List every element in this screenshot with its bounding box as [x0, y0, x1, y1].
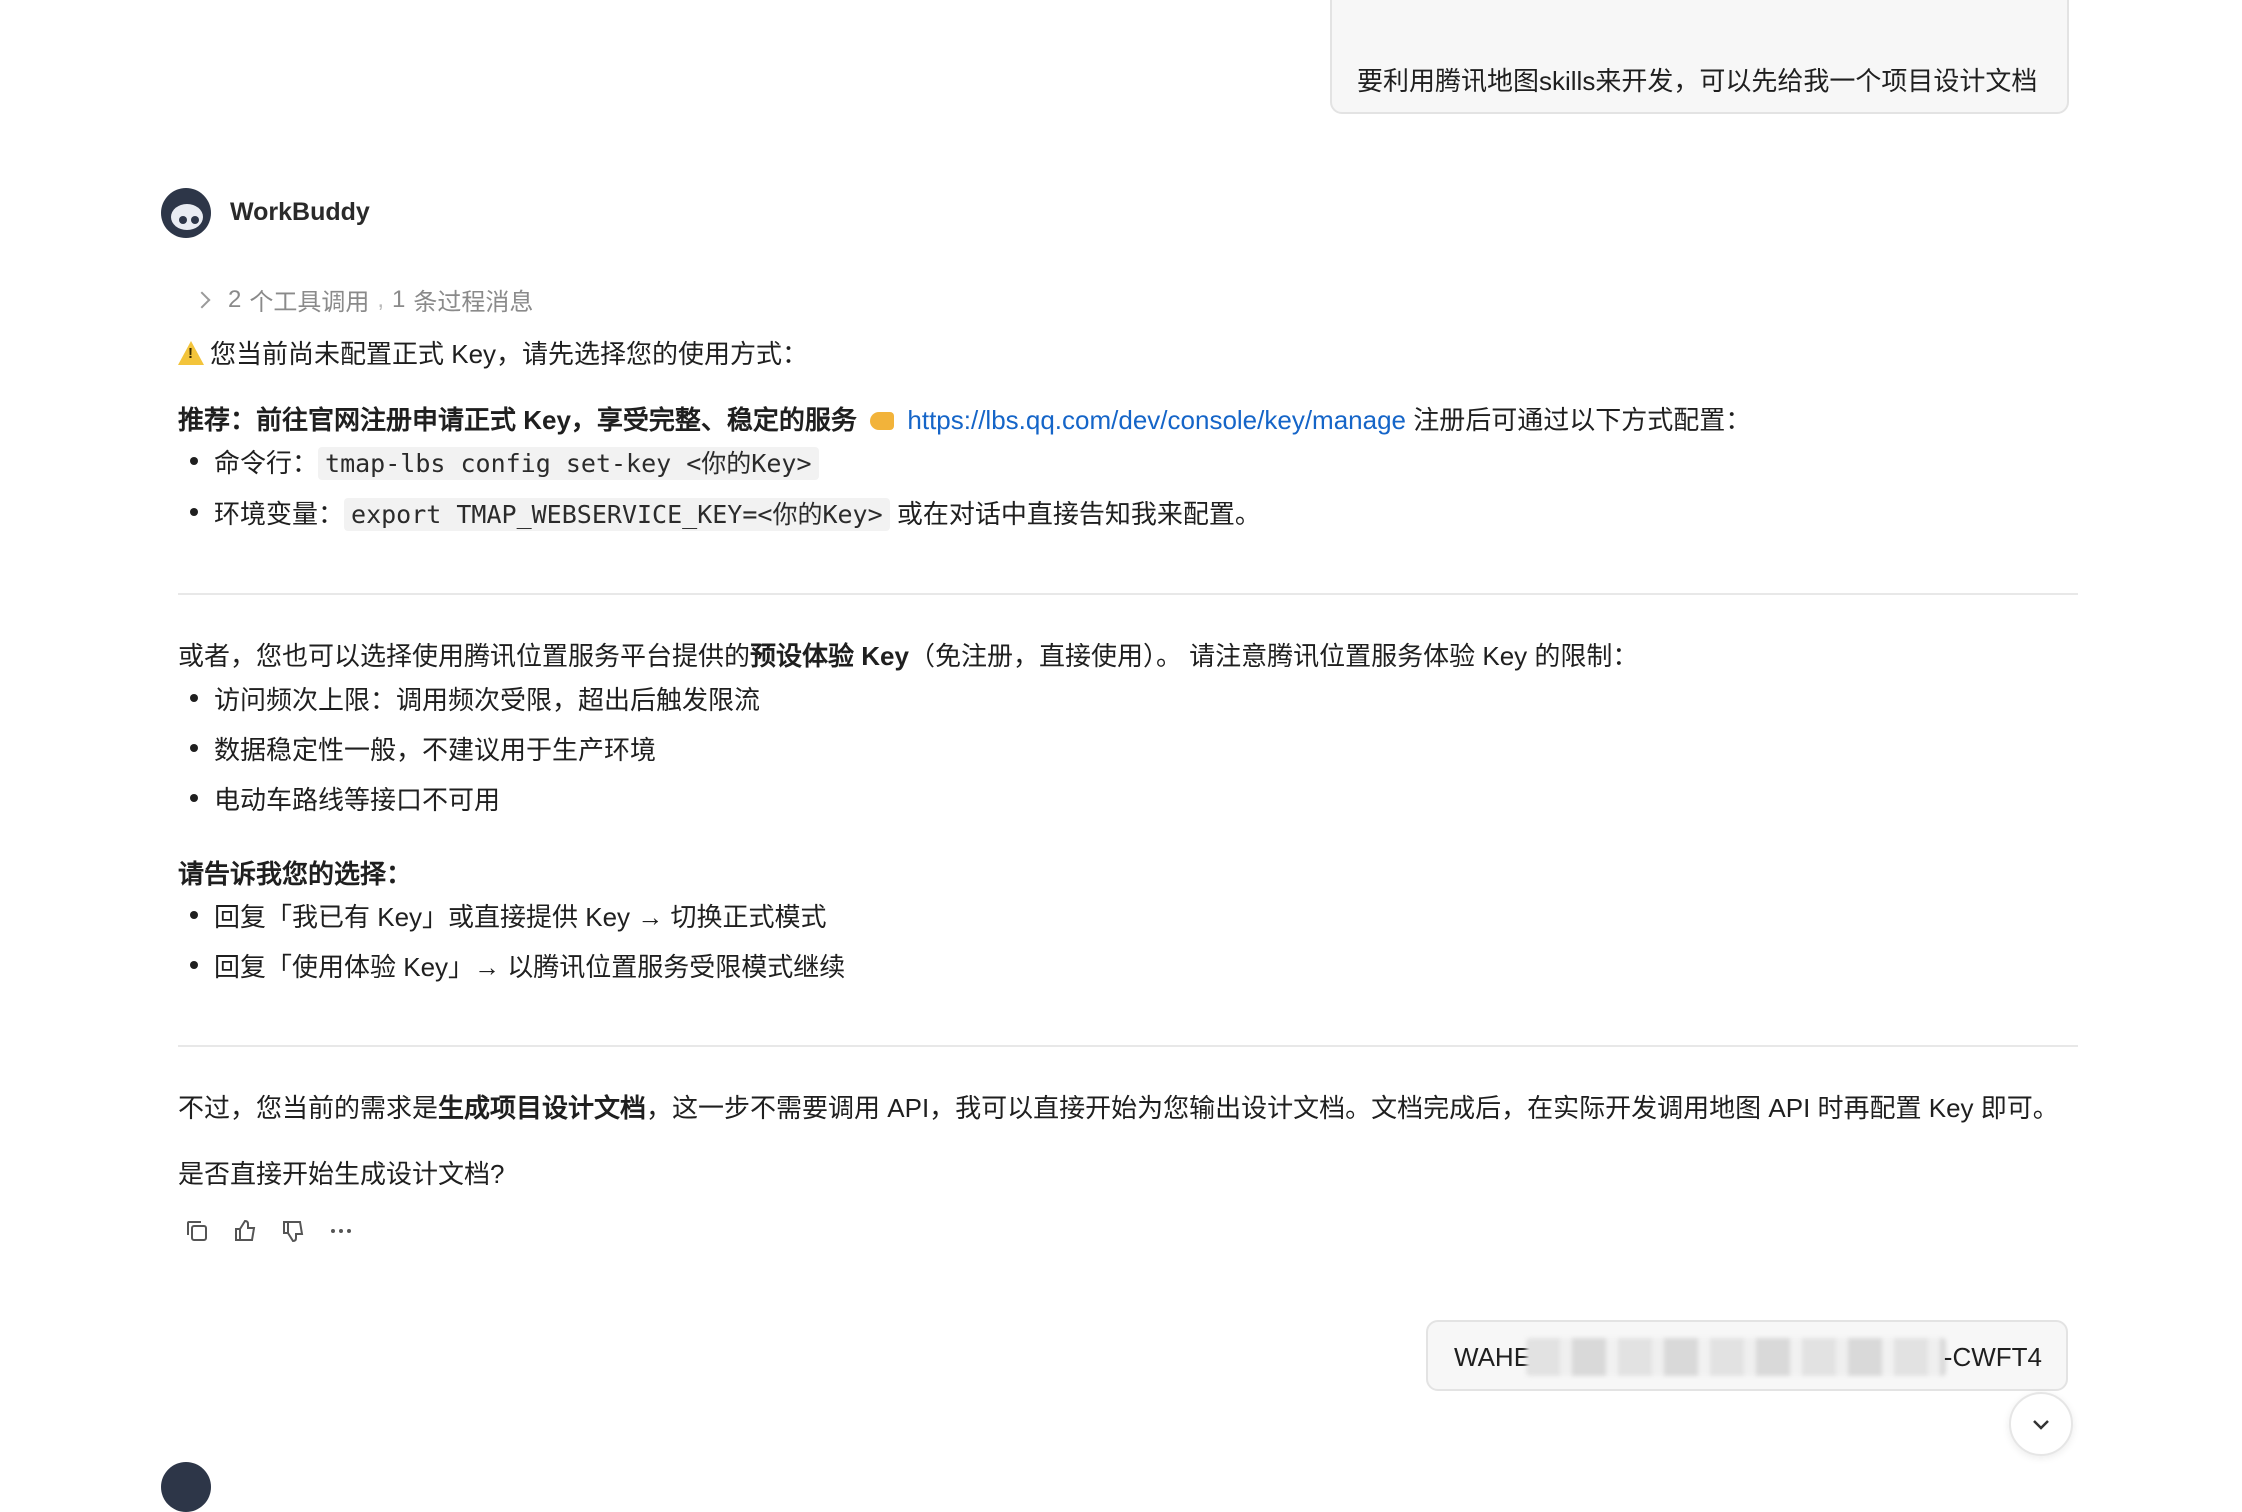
recommend-line: 推荐：前往官网注册申请正式 Key，享受完整、稳定的服务 https://lbs…: [178, 405, 1752, 435]
list-item: 访问频次上限：调用频次受限，超出后触发限流: [189, 680, 760, 717]
divider: [178, 1045, 2078, 1047]
list-item: 命令行： tmap-lbs config set-key <你的Key>: [190, 443, 819, 480]
list-item: 电动车路线等接口不可用: [189, 780, 500, 817]
copy-icon[interactable]: [184, 1218, 210, 1244]
tool-calls-summary[interactable]: 2 个工具调用 , 1 条过程消息: [193, 282, 533, 317]
user-key-message: WAHE -CWFT4: [1426, 1320, 2068, 1391]
bot-avatar: [161, 188, 211, 238]
question-text: 是否直接开始生成设计文档?: [178, 1159, 505, 1189]
message-actions: [184, 1218, 354, 1244]
scroll-to-bottom-button[interactable]: [2009, 1392, 2073, 1456]
code-snippet[interactable]: export TMAP_WEBSERVICE_KEY=<你的Key>: [344, 498, 890, 531]
thumbs-down-icon[interactable]: [280, 1218, 306, 1244]
chevron-down-icon: [2033, 1420, 2049, 1430]
warning-line: 您当前尚未配置正式 Key，请先选择您的使用方式：: [178, 334, 808, 371]
list-item: 环境变量： export TMAP_WEBSERVICE_KEY=<你的Key> …: [190, 494, 1261, 531]
user-message-bubble: 要利用腾讯地图skills来开发，可以先给我一个项目设计文档: [1330, 0, 2069, 114]
alt-key-paragraph: 或者，您也可以选择使用腾讯位置服务平台提供的预设体验 Key（免注册，直接使用）…: [178, 641, 1639, 671]
code-snippet[interactable]: tmap-lbs config set-key <你的Key>: [318, 447, 819, 480]
console-link[interactable]: https://lbs.qq.com/dev/console/key/manag…: [907, 405, 1406, 435]
warning-icon: [178, 341, 204, 365]
note-paragraph: 不过，您当前的需求是生成项目设计文档，这一步不需要调用 API，我可以直接开始为…: [178, 1093, 2059, 1123]
choice-heading: 请告诉我您的选择：: [178, 859, 413, 889]
pointing-hand-icon: [870, 412, 895, 430]
redacted-region: [1526, 1338, 1946, 1376]
bot-name: WorkBuddy: [230, 198, 370, 226]
divider: [178, 593, 2078, 595]
list-item: 回复「使用体验 Key」→ 以腾讯位置服务受限模式继续: [189, 947, 845, 984]
thumbs-up-icon[interactable]: [232, 1218, 258, 1244]
more-icon[interactable]: [328, 1218, 354, 1244]
user-message-text: 要利用腾讯地图skills来开发，可以先给我一个项目设计文档: [1357, 66, 2038, 96]
chevron-right-icon: [193, 291, 211, 308]
list-item: 数据稳定性一般，不建议用于生产环境: [189, 730, 656, 767]
list-item: 回复「我已有 Key」或直接提供 Key → 切换正式模式: [190, 897, 827, 934]
bot-avatar: [161, 1462, 211, 1512]
